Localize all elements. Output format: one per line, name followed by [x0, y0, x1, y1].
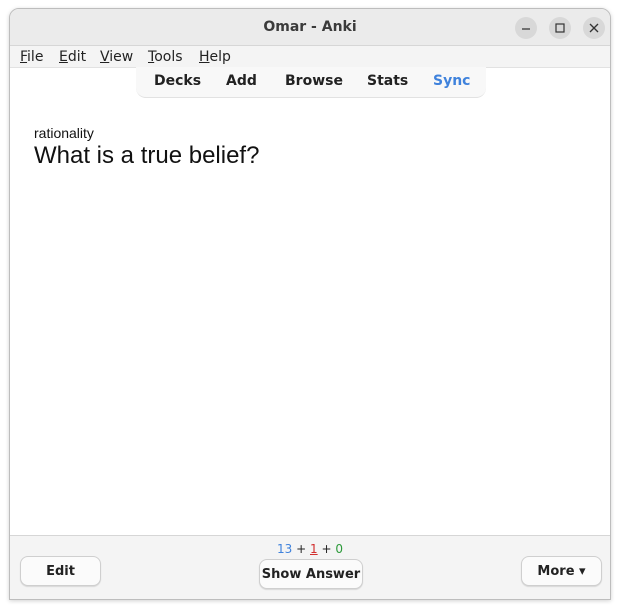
- title-bar[interactable]: Omar - Anki: [10, 9, 610, 46]
- minimize-icon: [522, 28, 530, 30]
- main-toolbar: Decks Add Browse Stats Sync: [136, 67, 486, 98]
- menu-view-label: iew: [109, 49, 134, 65]
- toolbar-sync[interactable]: Sync: [433, 73, 470, 89]
- menu-tools[interactable]: Tools: [148, 48, 183, 66]
- menu-help-label: elp: [209, 49, 231, 65]
- menu-bar: File Edit View Tools Help: [10, 46, 610, 68]
- menu-help[interactable]: Help: [199, 48, 231, 66]
- card-deck-name: rationality: [34, 125, 94, 141]
- menu-view[interactable]: View: [100, 48, 133, 66]
- due-counts: 13 + 1 + 0: [10, 542, 610, 556]
- maximize-button[interactable]: [549, 17, 571, 39]
- review-count: 0: [335, 542, 343, 556]
- menu-view-accel: V: [100, 49, 110, 65]
- toolbar-decks[interactable]: Decks: [154, 73, 201, 89]
- toolbar-add[interactable]: Add: [226, 73, 257, 89]
- maximize-icon: [555, 23, 565, 33]
- close-button[interactable]: [583, 17, 605, 39]
- toolbar-stats[interactable]: Stats: [367, 73, 408, 89]
- count-separator: +: [321, 542, 332, 556]
- show-answer-button[interactable]: Show Answer: [259, 559, 363, 589]
- new-count: 13: [277, 542, 293, 556]
- menu-edit-accel: E: [59, 49, 68, 65]
- more-button[interactable]: More ▾: [521, 556, 602, 586]
- menu-edit[interactable]: Edit: [59, 48, 86, 66]
- card-content: rationality What is a true belief?: [34, 125, 259, 170]
- review-bottom-bar: 13 + 1 + 0 Edit Show Answer More ▾: [10, 535, 610, 599]
- menu-file-label: ile: [27, 49, 44, 65]
- menu-file-accel: F: [20, 49, 28, 65]
- minimize-button[interactable]: [515, 17, 537, 39]
- menu-help-accel: H: [199, 49, 210, 65]
- close-icon: [589, 23, 599, 33]
- menu-file[interactable]: File: [20, 48, 43, 66]
- anki-window: Omar - Anki File Edit View Tools Help De…: [9, 8, 611, 600]
- edit-button[interactable]: Edit: [20, 556, 101, 586]
- menu-edit-label: dit: [67, 49, 87, 65]
- menu-tools-label: ools: [154, 49, 183, 65]
- count-separator: +: [296, 542, 307, 556]
- learn-count: 1: [310, 542, 318, 556]
- card-question: What is a true belief?: [34, 142, 260, 169]
- toolbar-browse[interactable]: Browse: [285, 73, 343, 89]
